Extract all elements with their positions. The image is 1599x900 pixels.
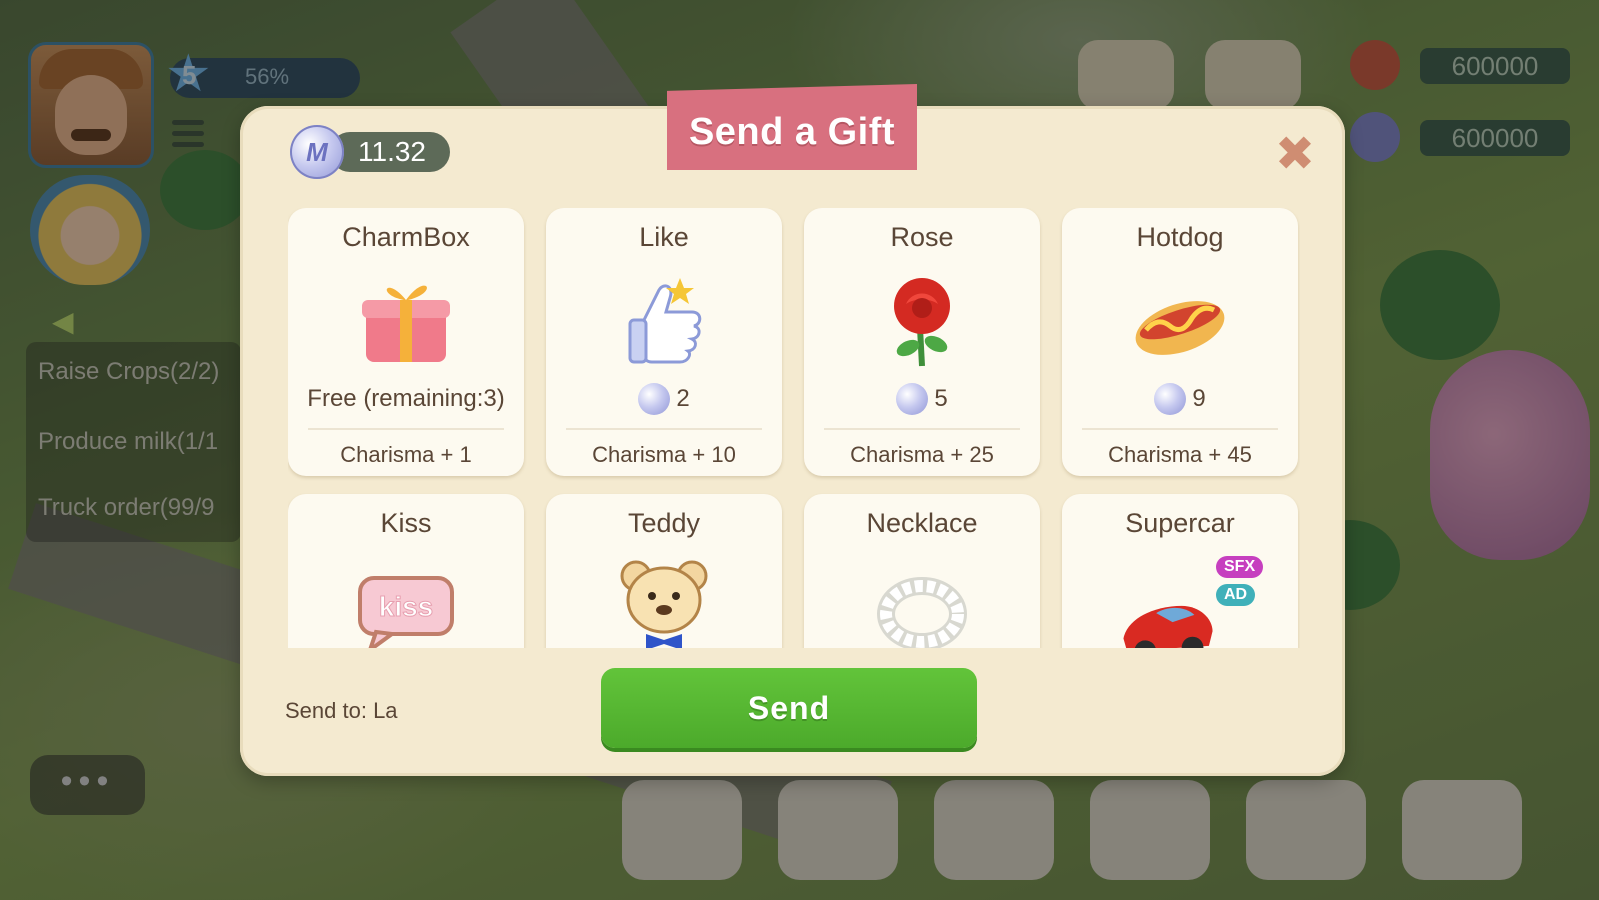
dialog-title: Send a Gift (688, 110, 896, 153)
kiss-bubble-icon: kiss (358, 576, 454, 648)
sfx-badge: SFX (1216, 556, 1264, 578)
pearl-necklace-icon (877, 577, 967, 648)
gift-card-supercar[interactable]: Supercar SFX AD (1062, 494, 1298, 648)
gift-name: Hotdog (1136, 222, 1224, 252)
hotdog-icon (1135, 301, 1225, 355)
thumbs-up-icon (628, 278, 702, 364)
gift-price: 2 (546, 382, 782, 416)
divider (1082, 428, 1278, 430)
charisma-bonus: Charisma + 10 (592, 442, 736, 467)
m-coin-icon (1154, 383, 1187, 415)
charisma-bonus: Charisma + 45 (1108, 442, 1252, 467)
send-button[interactable]: Send (601, 668, 977, 748)
price-value: 9 (1192, 385, 1206, 412)
gift-name: Like (639, 222, 689, 252)
price-value: 2 (676, 385, 690, 412)
gift-grid: CharmBox Free (remaining:3) Charisma + 1… (288, 208, 1300, 648)
close-icon[interactable]: ✖ (1272, 131, 1318, 179)
rose-icon (894, 278, 950, 367)
divider (308, 428, 504, 430)
m-coin-icon (896, 383, 929, 415)
gift-card-necklace[interactable]: Necklace (804, 494, 1040, 648)
gift-name: CharmBox (342, 222, 470, 252)
m-coin-icon (638, 383, 671, 415)
price-value: 5 (934, 385, 948, 412)
gift-name: Kiss (380, 508, 432, 538)
kiss-bubble-text: kiss (379, 591, 434, 622)
gift-card-kiss[interactable]: Kiss kiss (288, 494, 524, 648)
gift-price: Free (remaining:3) (288, 382, 524, 416)
send-to-label: Send to: La (285, 698, 398, 723)
dialog-title-tab: Send a Gift (667, 84, 917, 170)
free-remaining-label: Free (remaining:3) (307, 385, 505, 412)
currency-balance: M 11.32 (290, 124, 450, 180)
balance-amount: 11.32 (330, 132, 450, 172)
gift-card-teddy[interactable]: Teddy (546, 494, 782, 648)
teddy-bear-icon (620, 560, 708, 648)
gift-card-charmbox[interactable]: CharmBox Free (remaining:3) Charisma + 1 (288, 208, 524, 476)
gift-name: Supercar (1125, 508, 1235, 538)
charisma-bonus: Charisma + 25 (850, 442, 994, 467)
m-coin-icon: M (290, 125, 344, 179)
gift-price: 9 (1062, 382, 1298, 416)
gift-name: Necklace (866, 508, 978, 538)
gift-box-icon (362, 285, 450, 362)
gift-name: Teddy (627, 508, 701, 538)
gift-card-like[interactable]: Like 2 Charisma + 10 (546, 208, 782, 476)
gift-name: Rose (890, 222, 954, 252)
gift-card-rose[interactable]: Rose 5 Charisma + 25 (804, 208, 1040, 476)
gift-card-hotdog[interactable]: Hotdog 9 Charisma + 45 (1062, 208, 1298, 476)
gift-price: 5 (804, 382, 1040, 416)
divider (824, 428, 1020, 430)
sports-car-icon (1123, 605, 1213, 648)
ad-badge: AD (1216, 584, 1256, 606)
charisma-bonus: Charisma + 1 (340, 442, 472, 467)
divider (566, 428, 762, 430)
